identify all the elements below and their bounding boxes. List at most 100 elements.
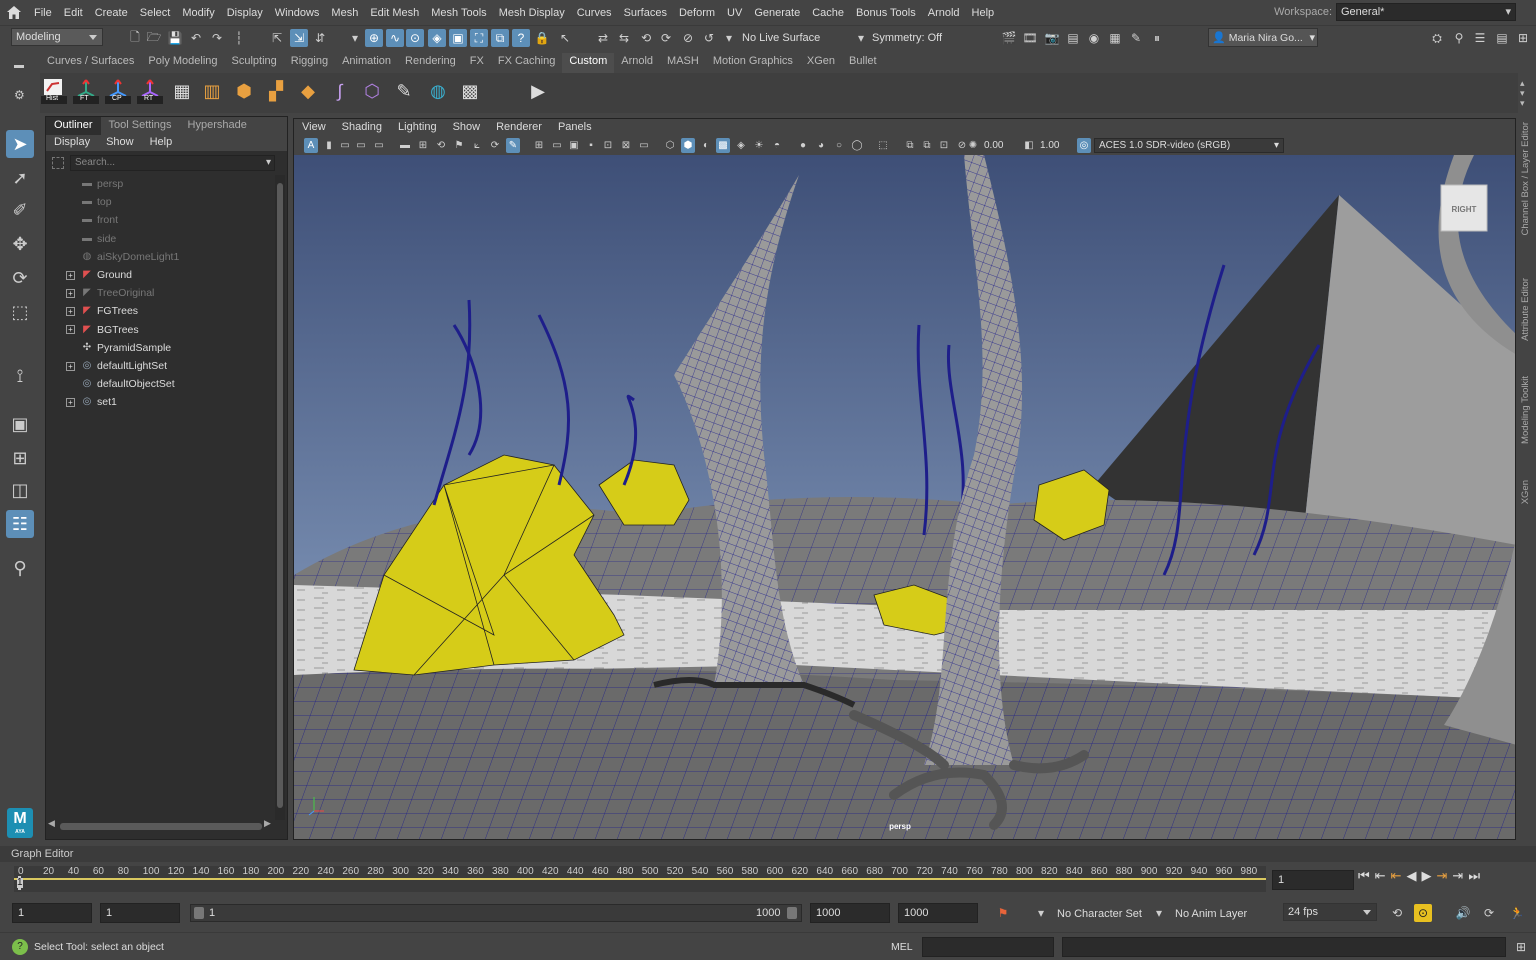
range-end-handle[interactable]	[787, 907, 797, 919]
lights-icon[interactable]: ▩	[716, 138, 730, 153]
grease-pencil-icon[interactable]: ▬	[398, 138, 412, 153]
menu-create[interactable]: Create	[89, 7, 134, 19]
select-camera-icon[interactable]: A	[304, 138, 318, 153]
outliner-item[interactable]: + ◤ TreeOriginal	[46, 284, 274, 302]
menu-deform[interactable]: Deform	[673, 7, 721, 19]
character-set-field[interactable]: No Character Set	[1057, 908, 1142, 920]
viewport-menu-shading[interactable]: Shading	[334, 119, 390, 137]
shelf-tab-arnold[interactable]: Arnold	[614, 53, 660, 73]
animation-preferences-icon[interactable]: 🏃	[1508, 904, 1526, 922]
outliner-menu-show[interactable]: Show	[98, 135, 142, 151]
menu-display[interactable]: Display	[221, 7, 269, 19]
outliner-item[interactable]: + ◤ FGTrees	[46, 302, 274, 320]
xray-icon[interactable]: ⊡	[601, 138, 615, 153]
color-management-icon[interactable]: ◎	[1077, 138, 1091, 153]
show-manipulator-icon[interactable]: ⟟	[6, 362, 34, 390]
script-editor-icon[interactable]: ⊞	[1512, 938, 1530, 956]
make-live-icon[interactable]: ⛶	[470, 29, 488, 47]
chevron-down-icon[interactable]: ▾	[1150, 904, 1168, 922]
image-plane-icon[interactable]: ▭	[354, 138, 368, 153]
viewport-menu-show[interactable]: Show	[445, 119, 489, 137]
shelf-tab-xgen[interactable]: XGen	[800, 53, 842, 73]
select-tool-icon[interactable]: ➤	[6, 130, 34, 158]
render-settings-window-icon[interactable]: ▤	[1064, 29, 1082, 47]
freeze-transforms-button[interactable]: FT	[72, 77, 100, 105]
select-by-component-icon[interactable]: ⇵	[311, 29, 329, 47]
scene-end-field[interactable]: 1000	[898, 903, 978, 923]
gamma-field[interactable]: 1.00	[1040, 138, 1070, 153]
snap-to-point-icon[interactable]: ⊙	[406, 29, 424, 47]
menu-uv[interactable]: UV	[721, 7, 748, 19]
tool-settings-icon[interactable]: ☰	[1471, 29, 1489, 47]
snap-to-curve-icon[interactable]: ∿	[386, 29, 404, 47]
save-scene-icon[interactable]: 💾	[166, 29, 184, 47]
isolate-icon[interactable]: ⬚	[876, 138, 890, 153]
sound-icon[interactable]: 🔊	[1454, 904, 1472, 922]
snap-together-icon[interactable]: ⧉	[491, 29, 509, 47]
arnold-render-icon[interactable]: ▦	[1106, 29, 1124, 47]
shadows-icon[interactable]: ◈	[734, 138, 748, 153]
play-backwards-icon[interactable]: ◀	[1407, 868, 1417, 884]
outliner-horizontal-scrollbar[interactable]: ◀ ▶	[48, 818, 274, 832]
isolate-select-icon[interactable]: ⊠	[619, 138, 633, 153]
shelf-tab-fx[interactable]: FX	[463, 53, 491, 73]
checker-icon[interactable]: ▩	[456, 77, 484, 105]
outliner-vertical-scrollbar[interactable]	[275, 175, 285, 820]
ambient-occlusion-icon[interactable]: ◓	[770, 138, 784, 153]
range-slider-track[interactable]: 1 1000	[190, 904, 802, 922]
xray-joints-icon[interactable]: ▭	[637, 138, 651, 153]
menu-file[interactable]: File	[28, 7, 58, 19]
paint-icon[interactable]: ✎	[390, 77, 418, 105]
time-ruler[interactable]: 0 20 40 60 80 100 120 140 160 180 200 220 240 260 280 3…	[14, 866, 1266, 892]
outliner-item[interactable]: ▬ front	[46, 211, 274, 229]
pivot-cube-icon[interactable]: ▥	[198, 77, 226, 105]
combine-icon[interactable]: ▞	[262, 77, 290, 105]
range-start-handle[interactable]	[194, 907, 204, 919]
workspace-dropdown[interactable]: General* ▾	[1336, 3, 1516, 21]
step-forward-key-icon[interactable]: ⇥	[1452, 868, 1463, 884]
uv-icon[interactable]: ⊡	[937, 138, 951, 153]
tab-modeling-toolkit[interactable]: Modeling Toolkit	[1520, 376, 1531, 444]
color-space-dropdown[interactable]: ACES 1.0 SDR-video (sRGB) ▾	[1094, 138, 1284, 153]
expand-icon[interactable]: +	[66, 306, 75, 316]
shelf-tab-sculpting[interactable]: Sculpting	[225, 53, 284, 73]
chevron-down-icon[interactable]: ▾	[1032, 904, 1050, 922]
auto-key-icon[interactable]: ⚑	[994, 904, 1012, 922]
sphere-icon[interactable]: ◍	[424, 77, 452, 105]
anim-layer-field[interactable]: No Anim Layer	[1175, 908, 1247, 920]
render-icon[interactable]: ⟳	[657, 29, 675, 47]
go-to-end-icon[interactable]: ⏭	[1468, 868, 1480, 884]
outliner-item[interactable]: + ◤ Ground	[46, 266, 274, 284]
camera-attributes-icon[interactable]: ▮	[322, 138, 336, 153]
menuset-dropdown[interactable]: Modeling	[11, 28, 103, 46]
chevron-left-icon[interactable]: ◀	[48, 818, 55, 829]
two-d-pan-icon[interactable]: ▭	[372, 138, 386, 153]
modeling-toolkit-icon[interactable]: ⛭	[1428, 29, 1446, 47]
user-account-button[interactable]: 👤 Maria Nira Go... ▾	[1208, 28, 1318, 47]
new-scene-icon[interactable]: 🗋	[126, 29, 144, 47]
pointer-icon[interactable]: ↖	[556, 29, 574, 47]
playback-start-field[interactable]: 1	[100, 903, 180, 923]
outliner-item[interactable]: ▬ top	[46, 193, 274, 211]
grid-icon[interactable]: ▦	[168, 77, 196, 105]
outliner-layout-icon[interactable]: ☷	[6, 510, 34, 538]
undo-icon[interactable]: ↶	[187, 29, 205, 47]
menu-help[interactable]: Help	[966, 7, 1001, 19]
four-pane-layout-icon[interactable]: ⊞	[6, 444, 34, 472]
tab-channel-box[interactable]: Channel Box / Layer Editor	[1520, 122, 1531, 236]
outliner-item[interactable]: ✣ PyramidSample	[46, 339, 274, 357]
mesh-icon[interactable]: ⬡	[358, 77, 386, 105]
shelf-tab-curves-surfaces[interactable]: Curves / Surfaces	[40, 53, 141, 73]
shelf-tab-motion-graphics[interactable]: Motion Graphics	[706, 53, 800, 73]
textured-icon[interactable]: ◐	[699, 138, 713, 153]
chevron-down-icon[interactable]: ▾	[346, 29, 364, 47]
expand-icon[interactable]: +	[66, 288, 75, 298]
film-gate-icon[interactable]: ⟲	[434, 138, 448, 153]
shelf-tab-mash[interactable]: MASH	[660, 53, 706, 73]
arnold-ipr-icon[interactable]: ✎	[1127, 29, 1145, 47]
symmetry-field[interactable]: Symmetry: Off	[872, 32, 942, 44]
expand-icon[interactable]: +	[66, 270, 75, 280]
menu-windows[interactable]: Windows	[269, 7, 326, 19]
shelf-tab-rigging[interactable]: Rigging	[284, 53, 335, 73]
menu-bonus-tools[interactable]: Bonus Tools	[850, 7, 922, 19]
